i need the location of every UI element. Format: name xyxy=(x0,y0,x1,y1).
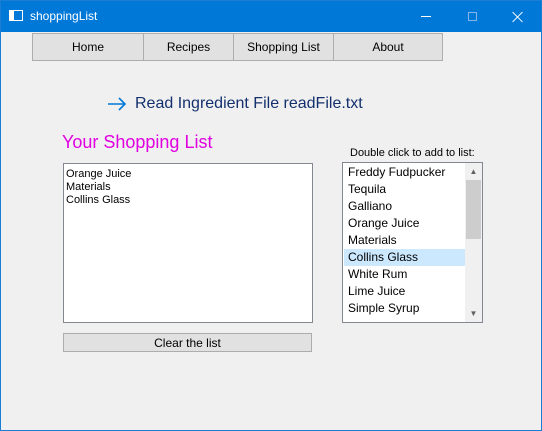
app-window: shoppingList Home Recipes Shopping List … xyxy=(0,0,542,431)
ingredient-item[interactable]: Freddy Fudpucker xyxy=(344,164,465,181)
ingredient-list-hint: Double click to add to list: xyxy=(350,147,475,159)
title-bar[interactable]: shoppingList xyxy=(1,1,541,32)
shopping-list-box[interactable]: Orange Juice Materials Collins Glass xyxy=(63,163,313,323)
shopping-list-item[interactable]: Orange Juice xyxy=(66,168,310,181)
scroll-down-arrow-icon[interactable]: ▼ xyxy=(465,305,482,322)
ingredient-item[interactable]: Tequila xyxy=(344,181,465,198)
arrow-right-icon xyxy=(108,97,127,111)
nav-recipes-button[interactable]: Recipes xyxy=(143,33,234,61)
ingredient-list-scrollbar[interactable]: ▲ ▼ xyxy=(465,163,482,322)
ingredient-item[interactable]: Collins Glass xyxy=(344,249,465,266)
scroll-thumb[interactable] xyxy=(466,180,481,239)
read-ingredient-file-link[interactable]: Read Ingredient File readFile.txt xyxy=(107,93,363,115)
ingredient-item[interactable]: Lime Juice xyxy=(344,283,465,300)
nav-home-button[interactable]: Home xyxy=(32,33,144,61)
ingredient-item[interactable]: Galliano xyxy=(344,198,465,215)
shopping-list-item[interactable]: Materials xyxy=(66,181,310,194)
close-icon xyxy=(512,11,524,23)
nav-shopping-list-button[interactable]: Shopping List xyxy=(233,33,334,61)
scroll-up-arrow-icon[interactable]: ▲ xyxy=(465,163,482,180)
ingredient-list[interactable]: Freddy Fudpucker Tequila Galliano Orange… xyxy=(342,162,483,323)
ingredient-rows: Freddy Fudpucker Tequila Galliano Orange… xyxy=(344,164,465,317)
ingredient-item[interactable]: Materials xyxy=(344,232,465,249)
minimize-button[interactable] xyxy=(403,1,449,32)
maximize-button[interactable] xyxy=(449,1,495,32)
maximize-icon xyxy=(467,12,477,21)
ingredient-item[interactable]: Orange Juice xyxy=(344,215,465,232)
nav-about-button[interactable]: About xyxy=(333,33,443,61)
shopping-list-heading: Your Shopping List xyxy=(62,132,213,152)
ingredient-item[interactable]: White Rum xyxy=(344,266,465,283)
app-window-icon xyxy=(9,10,23,21)
clear-list-button[interactable]: Clear the list xyxy=(63,333,312,352)
ingredient-item[interactable]: Simple Syrup xyxy=(344,300,465,317)
read-ingredient-file-label: Read Ingredient File readFile.txt xyxy=(135,95,363,112)
close-button[interactable] xyxy=(495,1,541,32)
window-title: shoppingList xyxy=(30,9,98,23)
shopping-list-item[interactable]: Collins Glass xyxy=(66,194,310,207)
minimize-icon xyxy=(421,16,431,17)
